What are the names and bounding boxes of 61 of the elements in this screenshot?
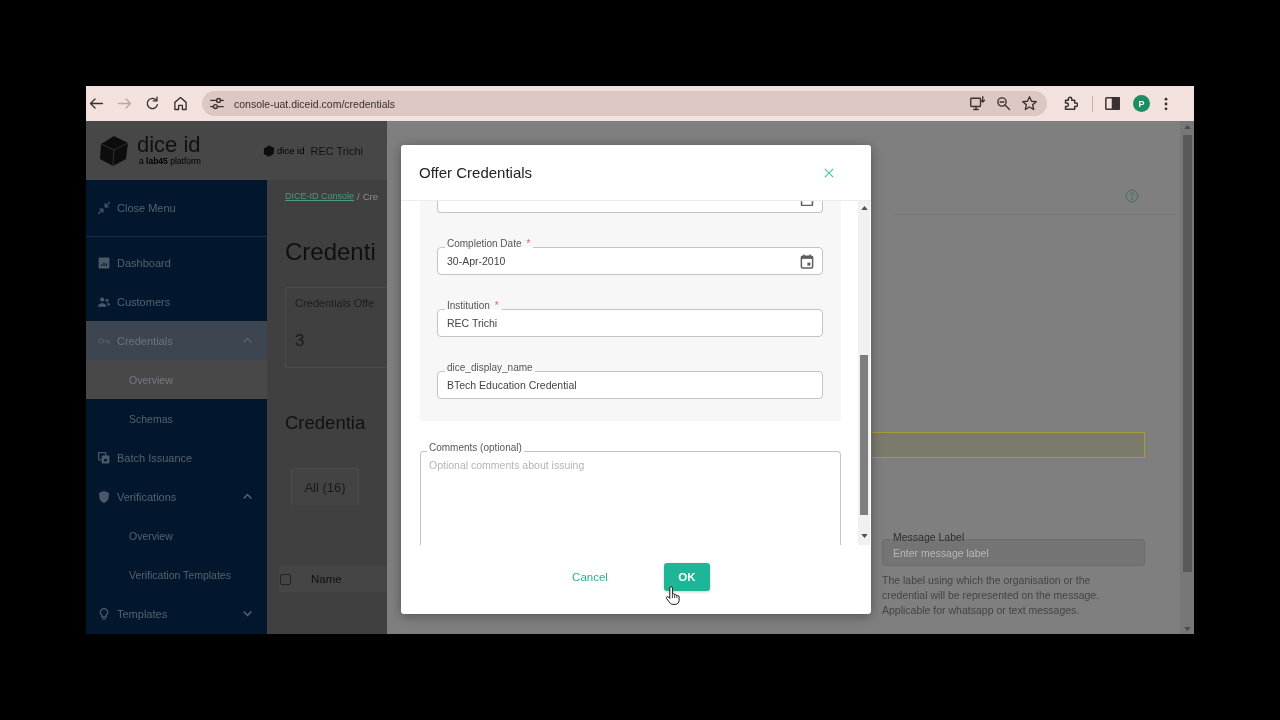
chevron-up-icon[interactable] [243, 493, 252, 500]
sidebar-item[interactable]: Verifications [86, 477, 267, 516]
sidebar-subitem[interactable]: Overview [86, 360, 267, 399]
scrollbar[interactable] [858, 201, 870, 545]
lightbulb-icon [98, 607, 110, 620]
cube-logo-icon [98, 134, 130, 167]
people-icon [98, 295, 110, 308]
star-icon[interactable] [1022, 96, 1037, 111]
address-bar[interactable]: console-uat.diceid.com/credentials [202, 91, 1047, 116]
breadcrumb-separator: / [357, 190, 360, 203]
brand-tagline: a lab45 platform [139, 156, 201, 167]
reload-icon[interactable] [145, 96, 160, 111]
tune-icon[interactable] [210, 97, 224, 110]
required-mark: * [491, 300, 502, 312]
date-field[interactable] [437, 201, 823, 213]
close-icon[interactable] [824, 167, 834, 178]
scroll-down-icon[interactable] [860, 534, 868, 538]
scrollbar-thumb[interactable] [860, 355, 868, 515]
cube-logo-icon [263, 144, 275, 157]
shield-icon [98, 490, 110, 503]
dialog-title: Offer Credentials [419, 164, 533, 181]
org-logo-text: dice id [277, 145, 305, 156]
chart-icon [98, 256, 110, 269]
sidebar-item[interactable]: Templates [86, 594, 267, 633]
url-text[interactable]: console-uat.diceid.com/credentials [234, 97, 396, 110]
side-panel-icon[interactable] [1105, 96, 1120, 111]
install-icon[interactable] [970, 96, 985, 111]
scrollbar-thumb[interactable] [1182, 135, 1192, 572]
menu-icon[interactable] [1164, 96, 1168, 111]
sidebar-subitem[interactable]: Schemas [86, 399, 267, 438]
sidebar-subitem[interactable]: Overview [86, 516, 267, 555]
chevron-down-icon[interactable] [243, 610, 252, 617]
calendar-icon[interactable] [800, 201, 814, 206]
profile-avatar[interactable]: P [1133, 95, 1150, 112]
zoom-out-icon[interactable] [996, 96, 1011, 111]
stacked-pages-icon [98, 451, 110, 464]
back-arrow-icon[interactable] [89, 96, 104, 111]
field-label: Institution [445, 300, 492, 312]
sidebar-item[interactable]: Dashboard [86, 243, 267, 282]
hand-cursor-icon [664, 585, 680, 606]
breadcrumb-current: Cre [362, 190, 378, 203]
breadcrumb-link[interactable]: DICE-ID Console [285, 190, 355, 203]
scrollbar[interactable] [1180, 121, 1194, 634]
required-mark: * [523, 238, 534, 250]
field-label: Message Label [890, 531, 968, 543]
input-field[interactable] [872, 432, 1145, 458]
cancel-button[interactable]: Cancel [562, 564, 618, 589]
field-label: Comments (optional) [427, 442, 524, 454]
collapse-icon [98, 202, 110, 214]
sidebar-item[interactable]: Customers [86, 282, 267, 321]
confirm-button[interactable]: OK [663, 562, 710, 591]
scroll-up-icon[interactable] [860, 206, 868, 210]
text-field[interactable]: REC Trichi [437, 309, 823, 337]
puzzle-icon[interactable] [1063, 96, 1078, 111]
sidebar-item[interactable]: Batch Issuance [86, 438, 267, 477]
checkbox[interactable] [280, 573, 291, 585]
sidebar-subitem[interactable]: Verification Templates [86, 555, 267, 594]
field-label: dice_display_name [445, 362, 535, 374]
home-icon[interactable] [173, 96, 188, 111]
calendar-icon[interactable] [800, 253, 814, 269]
field-label: Completion Date [445, 238, 524, 250]
